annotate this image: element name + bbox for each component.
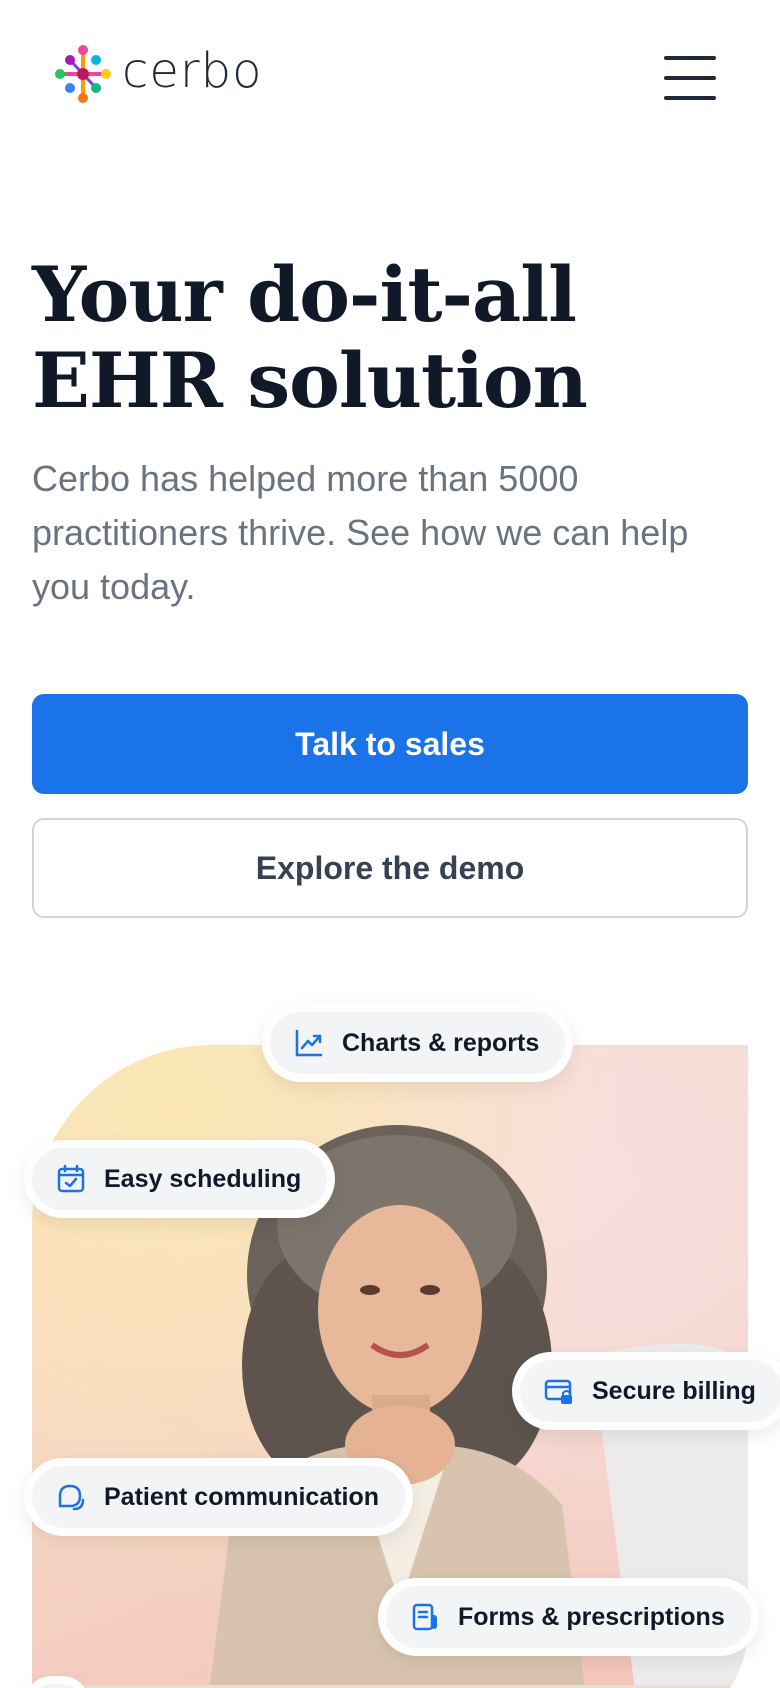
hero-title: Your do-it-all EHR solution — [32, 252, 732, 424]
landing-page: cerbo Your do-it-all EHR solution Cerbo … — [0, 0, 780, 1688]
feature-label: Secure billing — [592, 1376, 756, 1405]
hero-subtitle: Cerbo has helped more than 5000 practiti… — [32, 458, 689, 607]
feature-label: Patient communication — [104, 1482, 380, 1511]
brand-logo[interactable]: cerbo — [54, 44, 263, 104]
document-icon — [412, 1603, 437, 1631]
feature-easy-scheduling[interactable]: Easy scheduling — [24, 1140, 336, 1218]
menu-bar — [664, 76, 716, 80]
menu-bar — [664, 56, 716, 60]
feature-label: Easy scheduling — [104, 1164, 302, 1193]
cerbo-logo-icon — [55, 45, 111, 103]
chart-trend-icon — [295, 1029, 323, 1057]
menu-bar — [664, 96, 716, 100]
explore-demo-button[interactable]: Explore the demo — [32, 818, 748, 918]
credit-card-lock-icon — [544, 1379, 572, 1404]
feature-patient-communication[interactable]: Patient communication — [24, 1458, 414, 1536]
feature-secure-billing[interactable]: Secure billing — [512, 1352, 780, 1430]
brand-name: cerbo — [122, 43, 263, 99]
hero-title-line-2: EHR solution — [32, 336, 588, 425]
hero-title-line-1: Your do-it-all — [32, 250, 577, 339]
calendar-check-icon — [57, 1164, 85, 1193]
site-header: cerbo — [0, 0, 780, 150]
feature-label: Charts & reports — [342, 1028, 540, 1057]
hamburger-menu-icon[interactable] — [664, 56, 716, 100]
feature-label: Forms & prescriptions — [458, 1602, 725, 1631]
feature-charts-reports[interactable]: Charts & reports — [262, 1004, 574, 1082]
chat-bubbles-icon — [58, 1484, 85, 1511]
feature-forms-prescriptions[interactable]: Forms & prescriptions — [378, 1578, 759, 1656]
talk-to-sales-button[interactable]: Talk to sales — [32, 694, 748, 794]
